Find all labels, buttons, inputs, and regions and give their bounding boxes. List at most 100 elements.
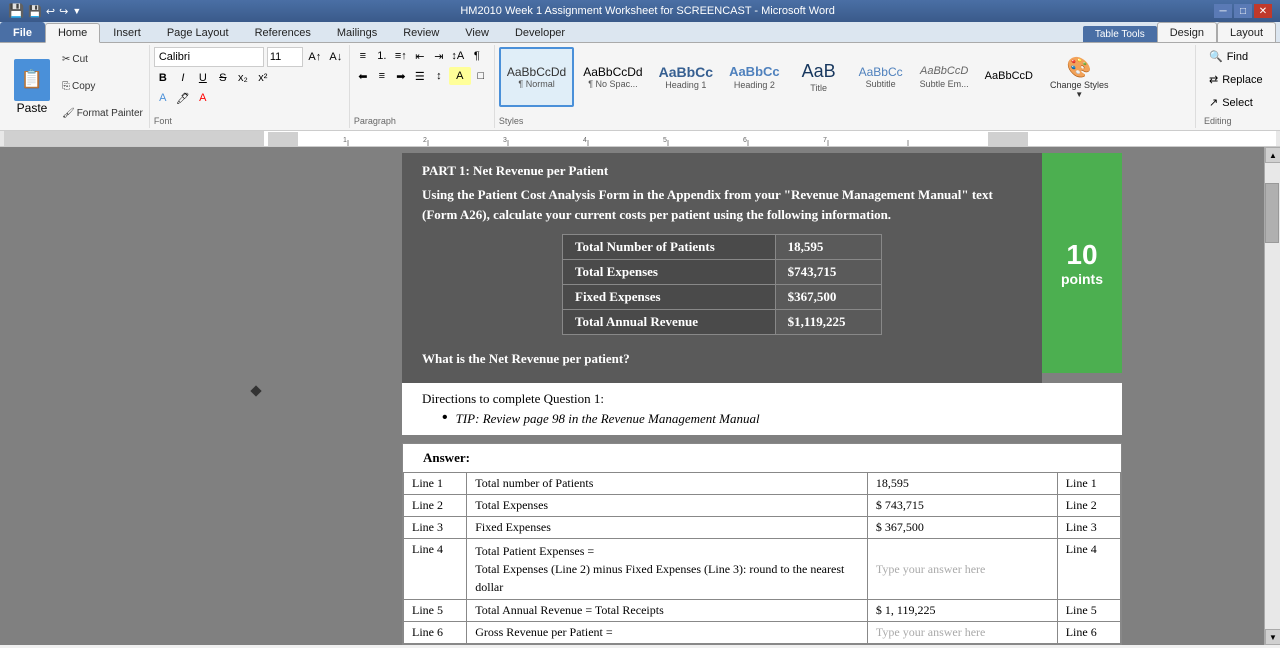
table-row: Line 1 Total number of Patients 18,595 L… <box>404 473 1121 495</box>
paragraph-group: ≡ 1. ≡↑ ⇤ ⇥ ↕A ¶ ⬅ ≡ ➡ ☰ ↕ A □ Paragraph <box>350 45 495 128</box>
tab-references[interactable]: References <box>242 22 324 42</box>
italic-button[interactable]: I <box>174 69 192 87</box>
subscript-button[interactable]: x₂ <box>234 69 252 87</box>
format-painter-button[interactable]: 🖌 Format Painter <box>60 107 145 120</box>
multilevel-button[interactable]: ≡↑ <box>392 47 410 65</box>
clipboard-sub: ✂ Cut ⎘ Copy 🖌 Format Painter <box>60 47 145 126</box>
font-color-button[interactable]: A <box>194 89 212 107</box>
directions-header: Directions to complete Question 1: <box>422 391 1102 407</box>
replace-icon: ⇄ <box>1209 73 1218 86</box>
ruler-left <box>4 131 264 146</box>
font-size-input[interactable] <box>267 47 303 67</box>
text-effect-button[interactable]: A <box>154 89 172 107</box>
justify-button[interactable]: ☰ <box>411 67 429 85</box>
select-button[interactable]: ↗ Select <box>1204 93 1268 112</box>
svg-text:3: 3 <box>503 137 507 144</box>
ribbon: 📋 Paste ✂ Cut ⎘ Copy 🖌 Format Painter A↑… <box>0 43 1280 131</box>
show-hide-button[interactable]: ¶ <box>468 47 486 65</box>
save-icon[interactable]: 💾 <box>28 5 42 18</box>
shrink-font-button[interactable]: A↓ <box>327 48 345 66</box>
numbering-button[interactable]: 1. <box>373 47 391 65</box>
highlight-button[interactable]: 🖊 <box>174 89 192 107</box>
clipboard-group: 📋 Paste ✂ Cut ⎘ Copy 🖌 Format Painter <box>4 45 150 128</box>
page-marker <box>250 385 261 396</box>
tab-insert[interactable]: Insert <box>100 22 154 42</box>
change-styles-arrow: ▼ <box>1075 90 1083 99</box>
tab-home[interactable]: Home <box>45 23 100 43</box>
style-heading1[interactable]: AaBbCc Heading 1 <box>652 47 720 107</box>
svg-text:6: 6 <box>743 137 747 144</box>
ruler-main: 1 2 3 4 5 6 7 <box>264 131 1276 146</box>
customize-icon[interactable]: ▼ <box>72 6 81 16</box>
scroll-down-button[interactable]: ▼ <box>1265 629 1280 645</box>
paste-label: Paste <box>17 101 48 115</box>
maximize-button[interactable]: □ <box>1234 4 1252 18</box>
style-title-label: Title <box>810 83 827 93</box>
scrollbar-track[interactable] <box>1265 163 1280 629</box>
bullets-button[interactable]: ≡ <box>354 47 372 65</box>
tab-page-layout[interactable]: Page Layout <box>154 22 242 42</box>
underline-button[interactable]: U <box>194 69 212 87</box>
answer-box: Answer: Line 1 Total number of Patients … <box>402 443 1122 645</box>
align-right-button[interactable]: ➡ <box>392 67 410 85</box>
style-no-spacing-preview: AaBbCcDd <box>583 65 642 79</box>
style-subtitle[interactable]: AaBbCc Subtitle <box>851 47 911 107</box>
window-title: HM2010 Week 1 Assignment Worksheet for S… <box>81 5 1214 17</box>
title-bar: 💾 💾 ↩ ↪ ▼ HM2010 Week 1 Assignment Works… <box>0 0 1280 22</box>
change-styles-button[interactable]: 🎨 Change Styles ▼ <box>1042 53 1117 101</box>
tab-review[interactable]: Review <box>390 22 452 42</box>
points-label: points <box>1061 271 1103 287</box>
style-heading2[interactable]: AaBbCc Heading 2 <box>722 47 787 107</box>
scrollbar-thumb[interactable] <box>1265 183 1279 243</box>
border-button[interactable]: □ <box>472 67 490 85</box>
copy-button[interactable]: ⎘ Copy <box>60 80 145 93</box>
grow-font-button[interactable]: A↑ <box>306 48 324 66</box>
style-no-spacing-label: ¶ No Spac... <box>588 79 637 89</box>
increase-indent-button[interactable]: ⇥ <box>430 47 448 65</box>
style-subtle-em[interactable]: AaBbCcD Subtle Em... <box>913 47 976 107</box>
answer-table: Line 1 Total number of Patients 18,595 L… <box>403 472 1121 644</box>
paste-button[interactable]: 📋 Paste <box>8 47 56 126</box>
tab-file[interactable]: File <box>0 22 45 42</box>
editing-group-label: Editing <box>1204 116 1268 126</box>
style-title-preview: AaB <box>802 61 836 83</box>
find-button[interactable]: 🔍 Find <box>1204 47 1268 66</box>
style-title[interactable]: AaB Title <box>789 47 849 107</box>
font-name-input[interactable] <box>154 47 264 67</box>
change-styles-icon: 🎨 <box>1067 55 1092 80</box>
change-styles-label: Change Styles <box>1050 80 1109 90</box>
style-heading2-label: Heading 2 <box>734 80 775 90</box>
style-no-spacing[interactable]: AaBbCcDd ¶ No Spac... <box>576 47 649 107</box>
style-normal[interactable]: AaBbCcDd ¶ Normal <box>499 47 574 107</box>
sort-button[interactable]: ↕A <box>449 47 467 65</box>
tab-developer[interactable]: Developer <box>502 22 578 42</box>
align-center-button[interactable]: ≡ <box>373 67 391 85</box>
tab-design[interactable]: Design <box>1157 22 1217 42</box>
window-controls[interactable]: ─ □ ✕ <box>1214 4 1272 18</box>
align-left-button[interactable]: ⬅ <box>354 67 372 85</box>
shading-button[interactable]: A <box>449 67 471 85</box>
bold-button[interactable]: B <box>154 69 172 87</box>
redo-icon[interactable]: ↪ <box>59 5 68 18</box>
paste-icon: 📋 <box>14 59 50 101</box>
vertical-scrollbar[interactable]: ▲ ▼ <box>1264 147 1280 645</box>
font-group-label: Font <box>154 116 345 126</box>
style-subtitle-label: Subtitle <box>866 79 896 89</box>
close-button[interactable]: ✕ <box>1254 4 1272 18</box>
table-row: Line 6 Gross Revenue per Patient = Type … <box>404 622 1121 644</box>
undo-icon[interactable]: ↩ <box>46 5 55 18</box>
minimize-button[interactable]: ─ <box>1214 4 1232 18</box>
find-icon: 🔍 <box>1209 50 1223 63</box>
scroll-up-button[interactable]: ▲ <box>1265 147 1280 163</box>
cut-button[interactable]: ✂ Cut <box>60 53 145 66</box>
tab-mailings[interactable]: Mailings <box>324 22 390 42</box>
style-extra[interactable]: AaBbCcD <box>978 47 1040 107</box>
tab-layout[interactable]: Layout <box>1217 22 1276 42</box>
svg-text:2: 2 <box>423 137 427 144</box>
superscript-button[interactable]: x² <box>254 69 272 87</box>
strikethrough-button[interactable]: S <box>214 69 232 87</box>
line-spacing-button[interactable]: ↕ <box>430 67 448 85</box>
tab-view[interactable]: View <box>452 22 502 42</box>
replace-button[interactable]: ⇄ Replace <box>1204 70 1268 89</box>
decrease-indent-button[interactable]: ⇤ <box>411 47 429 65</box>
